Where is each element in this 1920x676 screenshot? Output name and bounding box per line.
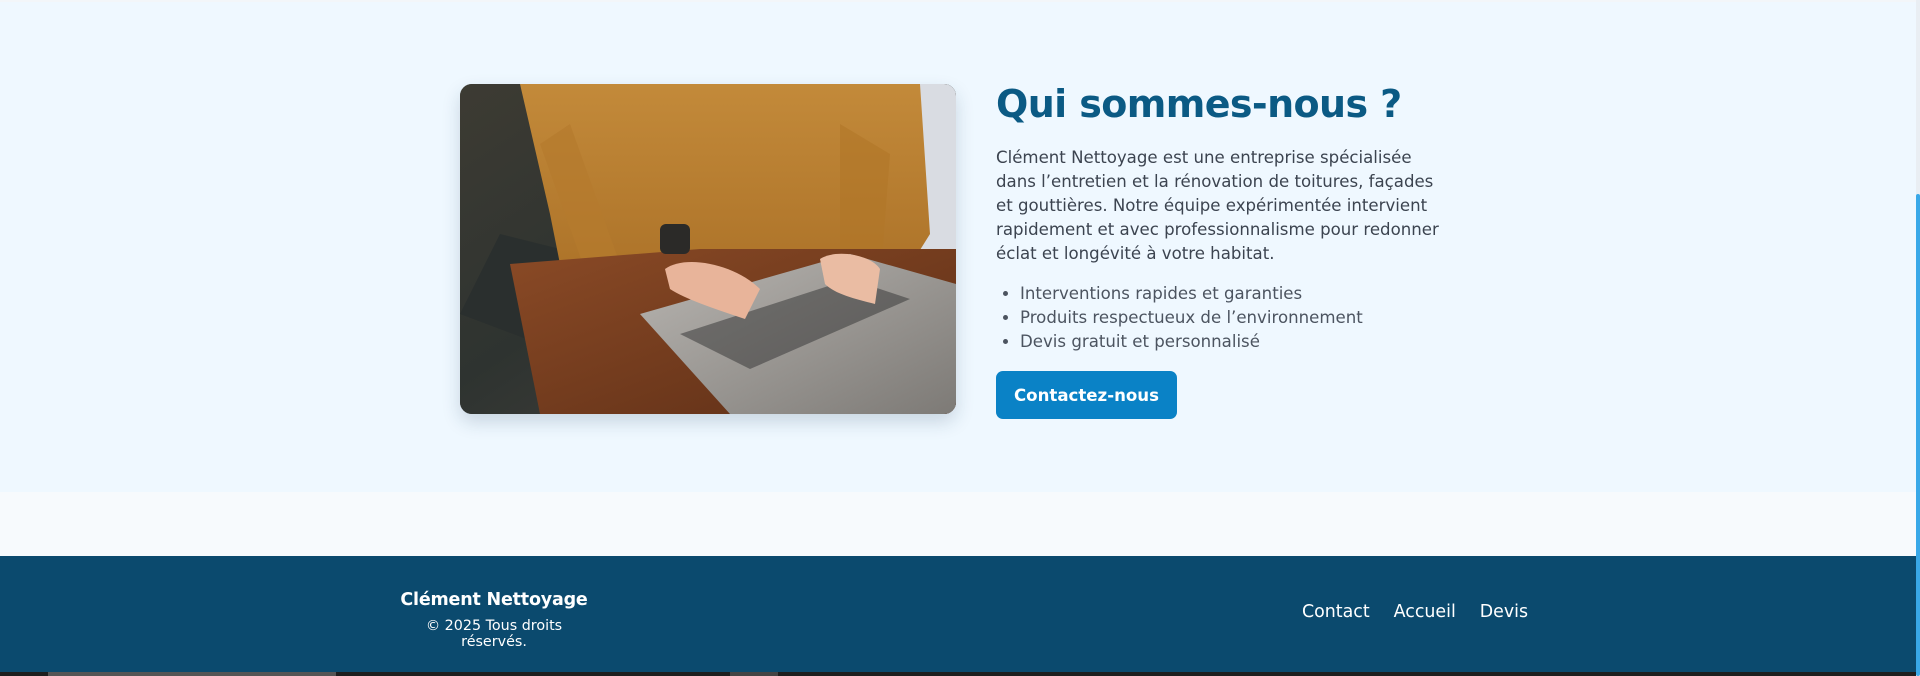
- bullet-item: Devis gratuit et personnalisé: [1020, 330, 1456, 354]
- footer-link-accueil[interactable]: Accueil: [1394, 602, 1456, 622]
- footer-link-devis[interactable]: Devis: [1480, 602, 1528, 622]
- about-bullets: Interventions rapides et garanties Produ…: [996, 282, 1456, 354]
- about-section: Qui sommes-nous ? Clément Nettoyage est …: [0, 0, 1916, 492]
- contact-button[interactable]: Contactez-nous: [996, 371, 1177, 419]
- footer-link-contact[interactable]: Contact: [1302, 602, 1370, 622]
- laptop-photo: [460, 84, 956, 414]
- bullet-item: Produits respectueux de l’environnement: [1020, 306, 1456, 330]
- bottom-strip: [0, 672, 1916, 676]
- strip-mark: [48, 672, 336, 676]
- footer-brand: Clément Nettoyage © 2025 Tous droits rés…: [396, 590, 592, 650]
- about-title: Qui sommes-nous ?: [996, 82, 1402, 126]
- strip-mark: [730, 672, 778, 676]
- footer-copyright: © 2025 Tous droits réservés.: [425, 618, 563, 650]
- scrollbar-thumb[interactable]: [1916, 194, 1920, 676]
- footer-nav: Contact Accueil Devis: [1302, 602, 1528, 622]
- footer: Clément Nettoyage © 2025 Tous droits rés…: [0, 556, 1916, 676]
- about-content: Qui sommes-nous ? Clément Nettoyage est …: [996, 80, 1456, 419]
- footer-brand-name: Clément Nettoyage: [400, 590, 588, 610]
- about-description: Clément Nettoyage est une entreprise spé…: [996, 148, 1439, 263]
- scrollbar[interactable]: [1916, 0, 1920, 676]
- bullet-item: Interventions rapides et garanties: [1020, 282, 1456, 306]
